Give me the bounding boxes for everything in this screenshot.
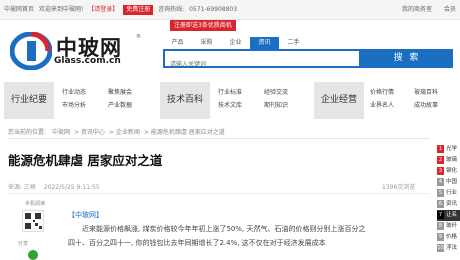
nav-link[interactable]: 价格行情 bbox=[370, 86, 394, 99]
divider bbox=[8, 138, 430, 139]
hotline-label: 咨询热线: bbox=[158, 6, 185, 13]
nav-link[interactable]: 经验交流 bbox=[264, 86, 288, 99]
search-tab-secondhand[interactable]: 二手 bbox=[279, 37, 308, 49]
wechat-share-icon[interactable] bbox=[28, 250, 38, 260]
nav-link[interactable]: 技术文库 bbox=[218, 99, 242, 112]
ranking-number: 10 bbox=[437, 243, 444, 252]
promo-banner[interactable]: 注册即送3条优质商机 bbox=[170, 20, 236, 31]
nav-group-title[interactable]: 技术百科 bbox=[160, 82, 210, 119]
mobile-read-label: 手机阅读 bbox=[24, 201, 45, 207]
ranking-item[interactable]: 8 玻纤 bbox=[437, 221, 460, 232]
article-date: 2022/5/25 9:11:55 bbox=[43, 184, 100, 191]
article-meta: 来源: 三峡 2022/5/25 9:11:55 bbox=[8, 182, 106, 191]
ranking-text: 玻璃 bbox=[446, 157, 458, 163]
nav-group-business: 企业经营 价格行情 业界名人 玻璃百科 成功故事 bbox=[314, 82, 460, 119]
search-input[interactable] bbox=[165, 57, 359, 72]
ranking-item[interactable]: 1 光学 bbox=[437, 144, 460, 155]
share-label: 分享 bbox=[18, 241, 29, 247]
search-tabs: 产品 采购 企业 资讯 二手 bbox=[163, 37, 308, 49]
ranking-item[interactable]: 5 行业 bbox=[437, 188, 460, 199]
ranking-text: 价格 bbox=[446, 234, 458, 240]
search-tab-product[interactable]: 产品 bbox=[163, 37, 192, 49]
article-title: 能源危机肆虐 居家应对之道 bbox=[8, 153, 163, 168]
article-line: 四十、百分之四十一, 你的钱 bbox=[68, 239, 157, 247]
search-box bbox=[163, 49, 361, 72]
top-bar: 中玻网首页 欢迎来到中玻网! 【请登录】 免费注册 咨询热线: 0571-699… bbox=[0, 0, 460, 20]
article-line: 包比去年同期增长了2.4%, 这不仅在对于经济发展成本 bbox=[156, 239, 326, 247]
ranking-number: 3 bbox=[437, 166, 444, 175]
hotline-number: 0571-69908803 bbox=[189, 6, 238, 13]
article-source: 来源: 三峡 bbox=[8, 184, 36, 191]
ranking-number: 8 bbox=[437, 221, 444, 230]
ranking-text: 资讯 bbox=[446, 201, 458, 207]
ranking-number: 6 bbox=[437, 199, 444, 208]
my-business-link[interactable]: 我的商务室 bbox=[402, 6, 432, 13]
ranking-item[interactable]: 2 玻璃 bbox=[437, 155, 460, 166]
nav-link[interactable]: 行业标准 bbox=[218, 86, 242, 99]
search-tab-purchase[interactable]: 采购 bbox=[192, 37, 221, 49]
article-body: 【中玻网】 近来能源价格飙涨, 煤炭价格较今年年初上涨了50%, 天然气、石油的… bbox=[68, 208, 430, 250]
article-paragraph: 近来能源价格飙涨, 煤炭价格较今年年初上涨了50%, 天然气、石油的价格则分别上… bbox=[82, 225, 366, 233]
register-button[interactable]: 免费注册 bbox=[123, 5, 154, 15]
breadcrumb-item: 能源危机肆虐 居家应对之道 bbox=[150, 129, 225, 136]
ranking-number: 5 bbox=[437, 188, 444, 197]
ranking-text: 光学 bbox=[446, 146, 458, 152]
ranking-text: 浮法 bbox=[446, 245, 458, 251]
breadcrumb-item[interactable]: 资讯中心 bbox=[81, 129, 105, 136]
logo-text-en: Glass.com.cn bbox=[54, 56, 121, 66]
article-source-tag[interactable]: 【中玻网】 bbox=[68, 211, 103, 219]
ranking-item[interactable]: 3 钢化 bbox=[437, 166, 460, 177]
ranking-list: 1 光学 2 玻璃 3 钢化 4 中国 5 行业 6 资讯 7 让名 8 玻纤 9 价格 10 浮法 bbox=[437, 144, 460, 254]
nav-group-title[interactable]: 企业经营 bbox=[314, 82, 364, 119]
nav-group-industry: 行业纪要 行业动态 市场分析 聚焦展会 产业数据 bbox=[4, 82, 154, 119]
member-link[interactable]: 会员 bbox=[444, 6, 456, 13]
breadcrumb-prefix: 您当前的位置: bbox=[8, 129, 47, 136]
ranking-text: 中国 bbox=[446, 179, 458, 185]
ranking-number: 9 bbox=[437, 232, 444, 241]
ranking-number: 1 bbox=[437, 144, 444, 153]
search-tab-news[interactable]: 资讯 bbox=[250, 37, 279, 49]
breadcrumb-item[interactable]: 企业新闻 bbox=[116, 129, 140, 136]
ranking-item[interactable]: 7 让名 bbox=[437, 210, 460, 221]
ranking-text: 玻纤 bbox=[446, 223, 458, 229]
article-views: 1396次浏览 bbox=[382, 184, 416, 191]
nav-group-tech: 技术百科 行业标准 技术文库 经验交流 期刊知识 bbox=[160, 82, 310, 119]
ranking-text: 行业 bbox=[446, 190, 458, 196]
site-logo[interactable]: 中玻网 ® Glass.com.cn bbox=[10, 32, 160, 72]
ranking-item[interactable]: 6 资讯 bbox=[437, 199, 460, 210]
ranking-item[interactable]: 9 价格 bbox=[437, 232, 460, 243]
ranking-number: 7 bbox=[437, 210, 444, 219]
ranking-item[interactable]: 10 浮法 bbox=[437, 243, 460, 254]
nav-link[interactable]: 行业动态 bbox=[62, 86, 86, 99]
search-button[interactable]: 搜 索 bbox=[361, 49, 453, 68]
nav-group-title[interactable]: 行业纪要 bbox=[4, 82, 54, 119]
home-link[interactable]: 中玻网首页 bbox=[4, 6, 34, 13]
breadcrumb-item[interactable]: 中玻网 bbox=[52, 129, 70, 136]
ranking-text: 让名 bbox=[446, 212, 458, 218]
nav-link[interactable]: 玻璃百科 bbox=[414, 86, 438, 99]
qr-code-icon[interactable] bbox=[22, 210, 44, 232]
nav-link[interactable]: 业界名人 bbox=[370, 99, 394, 112]
divider bbox=[8, 193, 430, 194]
nav-link[interactable]: 市场分析 bbox=[62, 99, 86, 112]
nav-link[interactable]: 产业数据 bbox=[108, 99, 132, 112]
breadcrumb: 您当前的位置: 中玻网 > 资讯中心 > 企业新闻 > 能源危机肆虐 居家应对之道 bbox=[8, 129, 225, 136]
welcome-text: 欢迎来到中玻网! bbox=[38, 6, 84, 13]
ranking-number: 2 bbox=[437, 155, 444, 164]
login-link[interactable]: 【请登录】 bbox=[88, 6, 118, 13]
logo-emblem-icon bbox=[10, 32, 52, 70]
ranking-item[interactable]: 4 中国 bbox=[437, 177, 460, 188]
ranking-text: 钢化 bbox=[446, 168, 458, 174]
search-tab-company[interactable]: 企业 bbox=[221, 37, 250, 49]
logo-registered-mark: ® bbox=[136, 34, 141, 40]
nav-link[interactable]: 期刊知识 bbox=[264, 99, 288, 112]
nav-link[interactable]: 成功故事 bbox=[414, 99, 438, 112]
nav-link[interactable]: 聚焦展会 bbox=[108, 86, 132, 99]
ranking-number: 4 bbox=[437, 177, 444, 186]
